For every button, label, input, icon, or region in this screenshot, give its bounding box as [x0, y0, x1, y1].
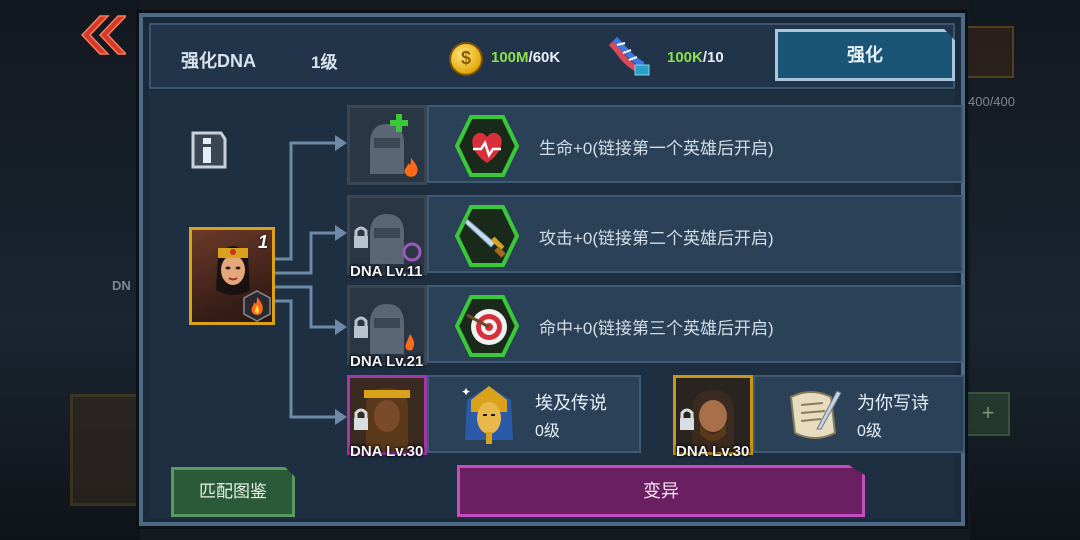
background-plus-icon: +	[966, 392, 1010, 436]
mutation-right-title: 为你写诗	[857, 393, 929, 413]
hero-portrait[interactable]: 1	[189, 227, 275, 325]
mutation-option-poem[interactable]: 为你写诗 0级	[753, 375, 965, 453]
stat-text-1: 生命+0(链接第一个英雄后开启)	[539, 139, 774, 158]
gold-cost: 100M/60K	[491, 49, 560, 66]
stat-bar-1: 生命+0(链接第一个英雄后开启)	[427, 105, 963, 183]
locked-hero-icon	[354, 304, 415, 354]
mutation-left-level: 0级	[535, 423, 560, 440]
hero-slot-3[interactable]: DNA Lv.21	[347, 285, 427, 370]
hero-slot-1[interactable]	[347, 105, 427, 185]
fire-element-icon	[243, 290, 271, 322]
dna-material-icon	[608, 36, 650, 76]
hero-star-count: 1	[257, 232, 268, 252]
hero-slot-2[interactable]: DNA Lv.11	[347, 195, 427, 280]
gold-have: 100M	[491, 49, 529, 66]
dna-level: 1级	[311, 53, 338, 72]
dna-need: /10	[702, 49, 724, 66]
dna-cost: 100K/10	[667, 49, 724, 66]
stat-bar-3: 命中+0(链接第三个英雄后开启)	[427, 285, 963, 363]
stat-bar-2: 攻击+0(链接第二个英雄后开启)	[427, 195, 963, 273]
gold-need: /60K	[528, 49, 561, 66]
mutation-hero-slot-right[interactable]: DNA Lv.30	[673, 375, 753, 460]
header-bar: 强化DNA 1级 $ 100M/60K 100K/10 强化	[149, 23, 955, 89]
info-icon[interactable]	[187, 129, 227, 171]
mutation-left-title: 埃及传说	[535, 393, 607, 413]
scroll-quill-icon	[789, 390, 842, 439]
target-accuracy-icon	[455, 295, 519, 357]
slot-fire-icon	[404, 158, 418, 177]
mutation-hero-slot-left[interactable]: DNA Lv.30	[347, 375, 427, 460]
mutate-button[interactable]: 变异	[457, 465, 865, 517]
stat-text-2: 攻击+0(链接第二个英雄后开启)	[539, 229, 774, 248]
mutation-right-level: 0级	[857, 423, 882, 440]
page-title: 强化DNA	[181, 51, 256, 71]
enhance-button[interactable]: 强化	[775, 29, 955, 81]
background-fire-icon	[966, 26, 1014, 78]
stat-text-3: 命中+0(链接第三个英雄后开启)	[539, 319, 774, 338]
back-arrow-icon[interactable]	[78, 14, 126, 56]
dna-enhance-panel: 强化DNA 1级 $ 100M/60K 100K/10 强化 1 生命+0(链接…	[139, 13, 965, 526]
locked-hero-portrait-icon	[676, 378, 750, 452]
pharaoh-mask-icon: ✦	[461, 385, 513, 444]
sword-attack-icon	[455, 205, 519, 267]
gold-coin-icon: $	[449, 42, 483, 76]
locked-hero-icon	[354, 214, 422, 264]
heart-health-icon	[455, 115, 519, 177]
background-right	[970, 0, 1080, 540]
background-dna-label: DN	[112, 278, 131, 293]
svg-text:✦: ✦	[461, 385, 471, 399]
dna-tree-area: 1 生命+0(链接第一个英雄后开启) DNA Lv.11 攻击+0(链接第二个英…	[149, 91, 965, 519]
background-counter: 400/400	[968, 94, 1015, 109]
locked-hero-portrait-icon	[350, 378, 424, 452]
dna-have: 100K	[667, 49, 703, 66]
mutation-option-egypt[interactable]: ✦ 埃及传说 0级	[427, 375, 641, 453]
match-collection-button[interactable]: 匹配图鉴	[171, 467, 295, 517]
background-hero-card	[70, 394, 146, 506]
